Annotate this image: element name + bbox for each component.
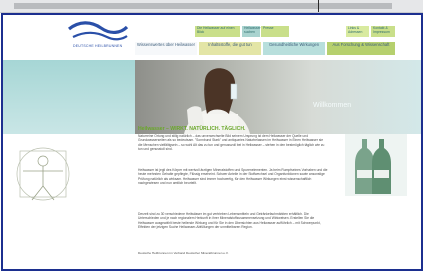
util-link-search[interactable]: Heilwasser suchen [242, 26, 261, 37]
right-column [333, 134, 421, 269]
hero-image [135, 60, 421, 134]
wave-logo-icon [68, 21, 129, 41]
woman-drinking-image [183, 68, 251, 134]
util-link-contact[interactable]: Kontakt & Impressum [371, 26, 395, 37]
logo[interactable]: DEUTSCHE HEILBRUNNEN [63, 19, 133, 55]
browser-top-bar [0, 0, 423, 13]
util-link-links[interactable]: Links & Adressen [346, 26, 369, 37]
cursor-marker [318, 0, 319, 12]
nav-tab-wissenswertes[interactable]: Wissenswertes über Heilwasser [135, 42, 197, 55]
nav-tab-forschung[interactable]: Aus Forschung & Wissenschaft [327, 42, 395, 55]
nav-tab-wirkungen[interactable]: Gesundheitliche Wirkungen [263, 42, 325, 55]
logo-text: DEUTSCHE HEILBRUNNEN [73, 44, 123, 48]
util-link-press[interactable]: Presse [261, 26, 289, 37]
content-headline: Heilwasser – WIRKT. NATÜRLICH. TÄGLICH. [138, 126, 246, 132]
main-content [135, 134, 333, 269]
left-column [3, 134, 135, 269]
bottles-image [345, 134, 407, 196]
welcome-heading: Willkommen [313, 102, 352, 109]
nav-tab-inhaltsstoffe[interactable]: Inhaltsstoffe, die gut tun [199, 42, 261, 55]
util-link-overview[interactable]: Die Heilwasser auf einen Blick [195, 26, 240, 37]
footer-note: Deutsche Heilbrunnen im Verband Deutsche… [138, 251, 229, 255]
content-paragraph: Derzeit sind zu 30 verschiedene Heilwäss… [138, 212, 321, 229]
horizontal-scrollbar[interactable] [14, 3, 392, 9]
content-paragraph: Naturreine Ortung und stilig natürlich –… [138, 134, 325, 151]
vitruvian-man-icon [16, 147, 70, 201]
content-paragraph: Heilwasser ist jegli des Körper mit wert… [138, 168, 328, 185]
